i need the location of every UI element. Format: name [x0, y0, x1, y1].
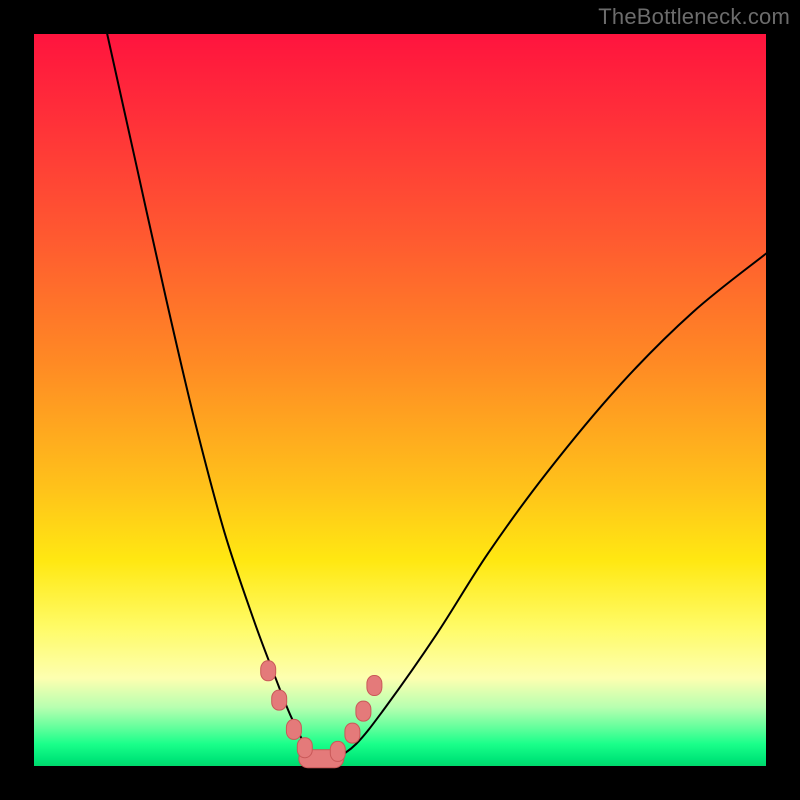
bottleneck-curve — [107, 34, 766, 761]
chart-svg — [34, 34, 766, 766]
highlight-marker — [330, 741, 345, 761]
highlight-marker — [356, 701, 371, 721]
highlight-marker — [261, 661, 276, 681]
marker-group — [261, 661, 382, 768]
highlight-marker — [297, 738, 312, 758]
highlight-marker — [345, 723, 360, 743]
chart-frame: TheBottleneck.com — [0, 0, 800, 800]
highlight-marker — [367, 676, 382, 696]
watermark-text: TheBottleneck.com — [598, 4, 790, 30]
highlight-marker — [272, 690, 287, 710]
highlight-marker — [286, 719, 301, 739]
